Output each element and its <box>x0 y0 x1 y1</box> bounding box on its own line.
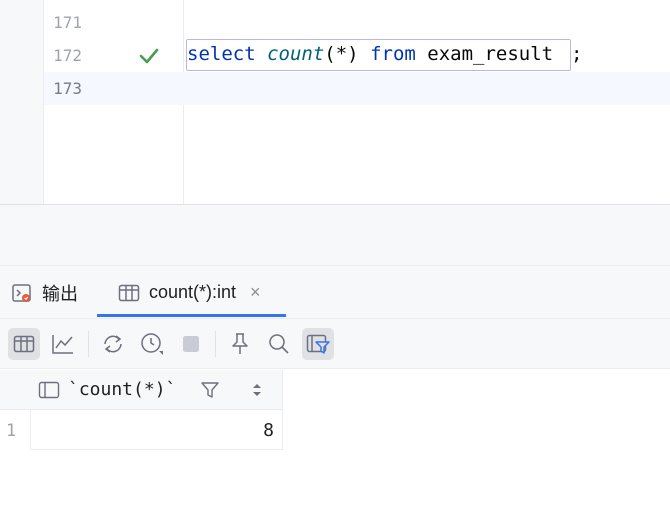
statement-terminator: ; <box>571 43 583 65</box>
panel-splitter[interactable] <box>0 204 670 266</box>
keyword-from: from <box>370 43 416 65</box>
results-toolbar <box>0 319 670 369</box>
keyword-select: select <box>187 43 256 65</box>
tab-result-count[interactable]: count(*):int × <box>107 266 273 319</box>
table-row[interactable]: 1 8 <box>0 410 283 450</box>
history-icon[interactable] <box>136 328 168 360</box>
cell-count-value[interactable]: 8 <box>31 410 283 450</box>
active-tab-indicator <box>97 314 286 317</box>
results-tab-bar: 输出 count(*):int × <box>0 266 670 319</box>
toolbar-separator <box>88 331 89 357</box>
function-args: (*) <box>324 43 359 65</box>
grid-header: `count(*)` <box>0 370 283 410</box>
function-count: count <box>267 43 325 65</box>
table-name: exam_result <box>427 43 554 65</box>
code-editor[interactable]: 171 172 173 select count(*) from exam_re… <box>0 0 670 204</box>
table-grid-icon <box>118 284 140 301</box>
check-icon[interactable] <box>138 46 160 66</box>
sql-statement[interactable]: select count(*) from exam_result <box>187 39 553 70</box>
row-number: 1 <box>0 410 31 450</box>
search-icon[interactable] <box>263 328 295 360</box>
editor-line-173-current[interactable] <box>44 72 670 105</box>
column-icon <box>38 381 60 399</box>
toolbar-separator <box>215 331 216 357</box>
tab-output-label: 输出 <box>42 283 78 304</box>
editor-line-171[interactable] <box>44 6 670 39</box>
stop-icon[interactable] <box>175 328 207 360</box>
chart-view-icon[interactable] <box>47 328 79 360</box>
column-filter-icon[interactable] <box>200 380 220 400</box>
column-header-count[interactable]: `count(*)` <box>68 370 176 410</box>
refresh-icon[interactable] <box>97 328 129 360</box>
filter-panel-icon[interactable] <box>302 328 334 360</box>
table-view-icon[interactable] <box>8 328 40 360</box>
pin-icon[interactable] <box>224 328 256 360</box>
sort-icon[interactable] <box>250 382 264 398</box>
close-icon[interactable]: × <box>250 282 261 303</box>
tab-output[interactable]: 输出 <box>10 266 78 319</box>
output-console-icon <box>12 283 31 302</box>
tab-result-label: count(*):int <box>149 282 237 302</box>
